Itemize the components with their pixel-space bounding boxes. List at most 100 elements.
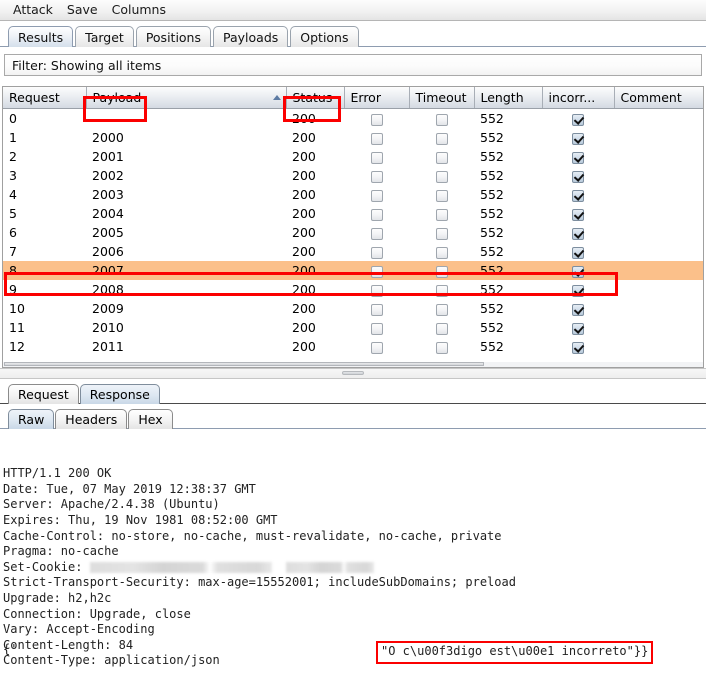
column-header-timeout[interactable]: Timeout	[409, 87, 474, 109]
checkbox-unchecked-icon[interactable]	[436, 304, 448, 316]
checkbox-checked-icon[interactable]	[572, 114, 584, 126]
cell-incorrect[interactable]	[542, 128, 614, 147]
cell-error[interactable]	[344, 128, 409, 147]
cell-incorrect[interactable]	[542, 204, 614, 223]
cell-error[interactable]	[344, 185, 409, 204]
cell-error[interactable]	[344, 109, 409, 129]
tab-hex[interactable]: Hex	[128, 409, 172, 429]
checkbox-unchecked-icon[interactable]	[371, 209, 383, 221]
table-row[interactable]: 122011200552	[3, 337, 704, 356]
checkbox-checked-icon[interactable]	[572, 304, 584, 316]
checkbox-unchecked-icon[interactable]	[371, 285, 383, 297]
checkbox-unchecked-icon[interactable]	[436, 190, 448, 202]
column-header-comment[interactable]: Comment	[614, 87, 704, 109]
cell-incorrect[interactable]	[542, 261, 614, 280]
checkbox-unchecked-icon[interactable]	[371, 152, 383, 164]
cell-timeout[interactable]	[409, 109, 474, 129]
checkbox-checked-icon[interactable]	[572, 209, 584, 221]
cell-error[interactable]	[344, 299, 409, 318]
cell-error[interactable]	[344, 166, 409, 185]
table-row[interactable]: 82007200552	[3, 261, 704, 280]
table-row[interactable]: 22001200552	[3, 147, 704, 166]
checkbox-unchecked-icon[interactable]	[436, 266, 448, 278]
checkbox-checked-icon[interactable]	[572, 247, 584, 259]
checkbox-unchecked-icon[interactable]	[371, 247, 383, 259]
cell-incorrect[interactable]	[542, 299, 614, 318]
cell-error[interactable]	[344, 337, 409, 356]
cell-timeout[interactable]	[409, 147, 474, 166]
column-header-status[interactable]: Status	[286, 87, 344, 109]
checkbox-checked-icon[interactable]	[572, 285, 584, 297]
checkbox-unchecked-icon[interactable]	[371, 133, 383, 145]
tab-results[interactable]: Results	[8, 26, 73, 47]
cell-incorrect[interactable]	[542, 109, 614, 129]
table-row[interactable]: 92008200552	[3, 280, 704, 299]
checkbox-unchecked-icon[interactable]	[371, 323, 383, 335]
cell-incorrect[interactable]	[542, 185, 614, 204]
checkbox-unchecked-icon[interactable]	[371, 266, 383, 278]
cell-incorrect[interactable]	[542, 166, 614, 185]
table-row[interactable]: 72006200552	[3, 242, 704, 261]
table-row[interactable]: 12000200552	[3, 128, 704, 147]
tab-request[interactable]: Request	[8, 384, 79, 404]
cell-incorrect[interactable]	[542, 242, 614, 261]
checkbox-unchecked-icon[interactable]	[436, 342, 448, 354]
cell-timeout[interactable]	[409, 337, 474, 356]
cell-incorrect[interactable]	[542, 147, 614, 166]
table-row[interactable]: 0200552	[3, 109, 704, 129]
checkbox-unchecked-icon[interactable]	[436, 323, 448, 335]
cell-timeout[interactable]	[409, 128, 474, 147]
column-header-error[interactable]: Error	[344, 87, 409, 109]
column-header-payload[interactable]: Payload	[86, 87, 286, 109]
table-row[interactable]: 62005200552	[3, 223, 704, 242]
checkbox-unchecked-icon[interactable]	[436, 114, 448, 126]
menu-item-save[interactable]: Save	[60, 1, 105, 19]
checkbox-unchecked-icon[interactable]	[436, 171, 448, 183]
checkbox-unchecked-icon[interactable]	[371, 114, 383, 126]
column-header-incorrect[interactable]: incorr...	[542, 87, 614, 109]
cell-incorrect[interactable]	[542, 337, 614, 356]
checkbox-unchecked-icon[interactable]	[436, 152, 448, 164]
cell-timeout[interactable]	[409, 261, 474, 280]
checkbox-unchecked-icon[interactable]	[371, 190, 383, 202]
cell-timeout[interactable]	[409, 280, 474, 299]
checkbox-checked-icon[interactable]	[572, 171, 584, 183]
cell-error[interactable]	[344, 204, 409, 223]
filter-bar[interactable]: Filter: Showing all items	[4, 54, 702, 76]
tab-response[interactable]: Response	[80, 384, 160, 404]
checkbox-checked-icon[interactable]	[572, 342, 584, 354]
cell-error[interactable]	[344, 223, 409, 242]
tab-headers[interactable]: Headers	[55, 409, 127, 429]
cell-timeout[interactable]	[409, 185, 474, 204]
tab-raw[interactable]: Raw	[8, 409, 54, 429]
cell-incorrect[interactable]	[542, 318, 614, 337]
checkbox-unchecked-icon[interactable]	[436, 133, 448, 145]
checkbox-checked-icon[interactable]	[572, 323, 584, 335]
table-row[interactable]: 52004200552	[3, 204, 704, 223]
checkbox-checked-icon[interactable]	[572, 190, 584, 202]
cell-error[interactable]	[344, 318, 409, 337]
cell-timeout[interactable]	[409, 318, 474, 337]
cell-error[interactable]	[344, 261, 409, 280]
cell-incorrect[interactable]	[542, 280, 614, 299]
table-row[interactable]: 102009200552	[3, 299, 704, 318]
checkbox-unchecked-icon[interactable]	[436, 228, 448, 240]
splitter-grip[interactable]	[342, 371, 364, 375]
cell-error[interactable]	[344, 280, 409, 299]
checkbox-checked-icon[interactable]	[572, 266, 584, 278]
checkbox-checked-icon[interactable]	[572, 152, 584, 164]
checkbox-checked-icon[interactable]	[572, 228, 584, 240]
panel-splitter[interactable]	[0, 368, 706, 379]
tab-target[interactable]: Target	[75, 26, 134, 47]
table-row[interactable]: 112010200552	[3, 318, 704, 337]
cell-incorrect[interactable]	[542, 223, 614, 242]
tab-payloads[interactable]: Payloads	[213, 26, 288, 47]
column-header-length[interactable]: Length	[474, 87, 542, 109]
menu-item-columns[interactable]: Columns	[105, 1, 173, 19]
cell-error[interactable]	[344, 147, 409, 166]
checkbox-checked-icon[interactable]	[572, 133, 584, 145]
cell-timeout[interactable]	[409, 299, 474, 318]
cell-timeout[interactable]	[409, 223, 474, 242]
cell-timeout[interactable]	[409, 204, 474, 223]
menu-item-attack[interactable]: Attack	[6, 1, 60, 19]
